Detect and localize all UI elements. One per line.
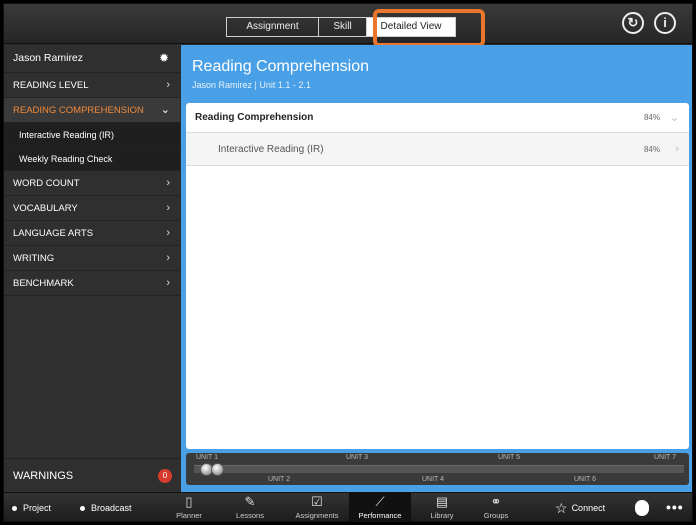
page-subtitle: Jason Ramirez | Unit 1.1 - 2.1 (192, 80, 311, 90)
tab-label: Assignments (295, 511, 339, 520)
chevron-down-icon: ⌄ (669, 112, 679, 124)
chevron-right-icon: › (166, 79, 170, 91)
timeline-label: UNIT 2 (268, 476, 291, 483)
sidebar-item-label: BENCHMARK (13, 278, 74, 289)
tab-groups[interactable]: ⚭ Groups (476, 493, 516, 521)
row-label: Reading Comprehension (195, 112, 314, 123)
timeline-label: UNIT 7 (654, 454, 677, 461)
bottom-bar: Project Broadcast ▯ Planner ✎ Lessons ☑ … (4, 492, 692, 521)
app-window: Assignment Skill Detailed View ↻ i Jason… (3, 3, 693, 522)
sidebar-item-label: READING LEVEL (13, 80, 89, 91)
sidebar-item-label: Weekly Reading Check (19, 154, 113, 164)
chevron-right-icon: › (166, 227, 170, 239)
more-icon[interactable]: ••• (666, 493, 684, 521)
row-label: Interactive Reading (IR) (218, 144, 324, 155)
sidebar-item-benchmark[interactable]: BENCHMARK › (4, 271, 180, 296)
chevron-right-icon: › (166, 252, 170, 264)
sidebar-item-reading-comprehension[interactable]: READING COMPREHENSION ⌄ (4, 98, 180, 123)
table-row[interactable]: Reading Comprehension 84% ⌄ (186, 103, 689, 133)
chart-icon: ⟋ (375, 494, 385, 509)
tab-planner[interactable]: ▯ Planner (174, 493, 204, 521)
tab-performance[interactable]: ⟋ Performance (349, 493, 411, 521)
sidebar-item-label: LANGUAGE ARTS (13, 228, 94, 239)
gear-icon[interactable]: ✹ (159, 45, 169, 71)
timeline-label: UNIT 3 (346, 454, 369, 461)
row-score: 84% (643, 113, 660, 122)
groups-icon: ⚭ (490, 494, 502, 509)
timeline-label: UNIT 1 (196, 454, 219, 461)
timeline-label: UNIT 6 (574, 476, 597, 483)
sidebar-item-language-arts[interactable]: LANGUAGE ARTS › (4, 221, 180, 246)
table-row[interactable]: Interactive Reading (IR) 84% › (186, 133, 689, 166)
sidebar-item-label: WRITING (13, 253, 55, 264)
top-bar: Assignment Skill Detailed View ↻ i (4, 4, 692, 47)
refresh-icon[interactable]: ↻ (622, 12, 644, 34)
tab-label: Groups (483, 511, 509, 520)
star-icon: ☆ (555, 500, 568, 517)
edit-icon: ✎ (244, 494, 256, 509)
timeline-track[interactable] (194, 465, 684, 473)
sidebar: Jason Ramirez ✹ READING LEVEL › READING … (4, 45, 180, 492)
row-score: 84% (643, 145, 660, 154)
detail-panel: Reading Comprehension 84% ⌄ Interactive … (186, 103, 689, 449)
timeline-label: UNIT 5 (498, 454, 521, 461)
tab-label: Library (430, 511, 454, 520)
connect-button[interactable]: ☆ Connect (555, 493, 606, 521)
user-icon[interactable] (635, 500, 649, 516)
tab-label: Lessons (236, 511, 264, 520)
sidebar-item-vocabulary[interactable]: VOCABULARY › (4, 196, 180, 221)
chevron-right-icon: › (166, 177, 170, 189)
sidebar-item-label: WORD COUNT (13, 178, 80, 189)
sidebar-item-writing[interactable]: WRITING › (4, 246, 180, 271)
warnings-count-badge: 0 (158, 469, 172, 483)
page-title: Reading Comprehension (192, 58, 369, 75)
info-icon[interactable]: i (654, 12, 676, 34)
sidebar-item-reading-level[interactable]: READING LEVEL › (4, 73, 180, 98)
sidebar-user[interactable]: Jason Ramirez ✹ (4, 45, 180, 73)
project-button[interactable]: Project (12, 493, 52, 521)
unit-timeline-slider[interactable]: UNIT 1 UNIT 3 UNIT 5 UNIT 7 UNIT 2 UNIT … (186, 453, 689, 485)
warnings-label: WARNINGS (13, 470, 74, 482)
warnings-item[interactable]: WARNINGS 0 (4, 458, 180, 492)
sidebar-item-word-count[interactable]: WORD COUNT › (4, 171, 180, 196)
connect-label: Connect (571, 503, 606, 513)
tab-label: Performance (358, 511, 402, 520)
sidebar-item-label: READING COMPREHENSION (13, 105, 144, 116)
checkbox-icon: ☑ (311, 494, 323, 509)
chevron-right-icon: › (166, 202, 170, 214)
sidebar-subitem-interactive-reading[interactable]: Interactive Reading (IR) (4, 123, 180, 147)
sidebar-item-label: VOCABULARY (13, 203, 78, 214)
user-name: Jason Ramirez (13, 52, 84, 64)
broadcast-label: Broadcast (91, 503, 132, 513)
main-content: Reading Comprehension Jason Ramirez | Un… (181, 45, 692, 492)
sidebar-subitem-weekly-reading-check[interactable]: Weekly Reading Check (4, 147, 180, 171)
library-icon: ▤ (435, 494, 449, 509)
chevron-right-icon: › (166, 277, 170, 289)
timeline-label: UNIT 4 (422, 476, 445, 483)
tab-label: Planner (176, 511, 202, 520)
chevron-down-icon: ⌄ (160, 104, 170, 116)
timeline-end-handle[interactable] (211, 463, 224, 476)
tab-assignment[interactable]: Assignment (227, 18, 319, 36)
chevron-right-icon: › (675, 143, 679, 155)
tab-skill[interactable]: Skill (319, 18, 367, 36)
book-icon: ▯ (185, 494, 193, 509)
tab-assignments[interactable]: ☑ Assignments (286, 493, 348, 521)
detailed-view-highlight (373, 9, 485, 47)
dot-icon (80, 506, 85, 512)
project-label: Project (23, 503, 52, 513)
broadcast-button[interactable]: Broadcast (80, 493, 132, 521)
sidebar-item-label: Interactive Reading (IR) (19, 130, 115, 140)
tab-lessons[interactable]: ✎ Lessons (230, 493, 270, 521)
tab-library[interactable]: ▤ Library (422, 493, 462, 521)
dot-icon (12, 506, 17, 512)
